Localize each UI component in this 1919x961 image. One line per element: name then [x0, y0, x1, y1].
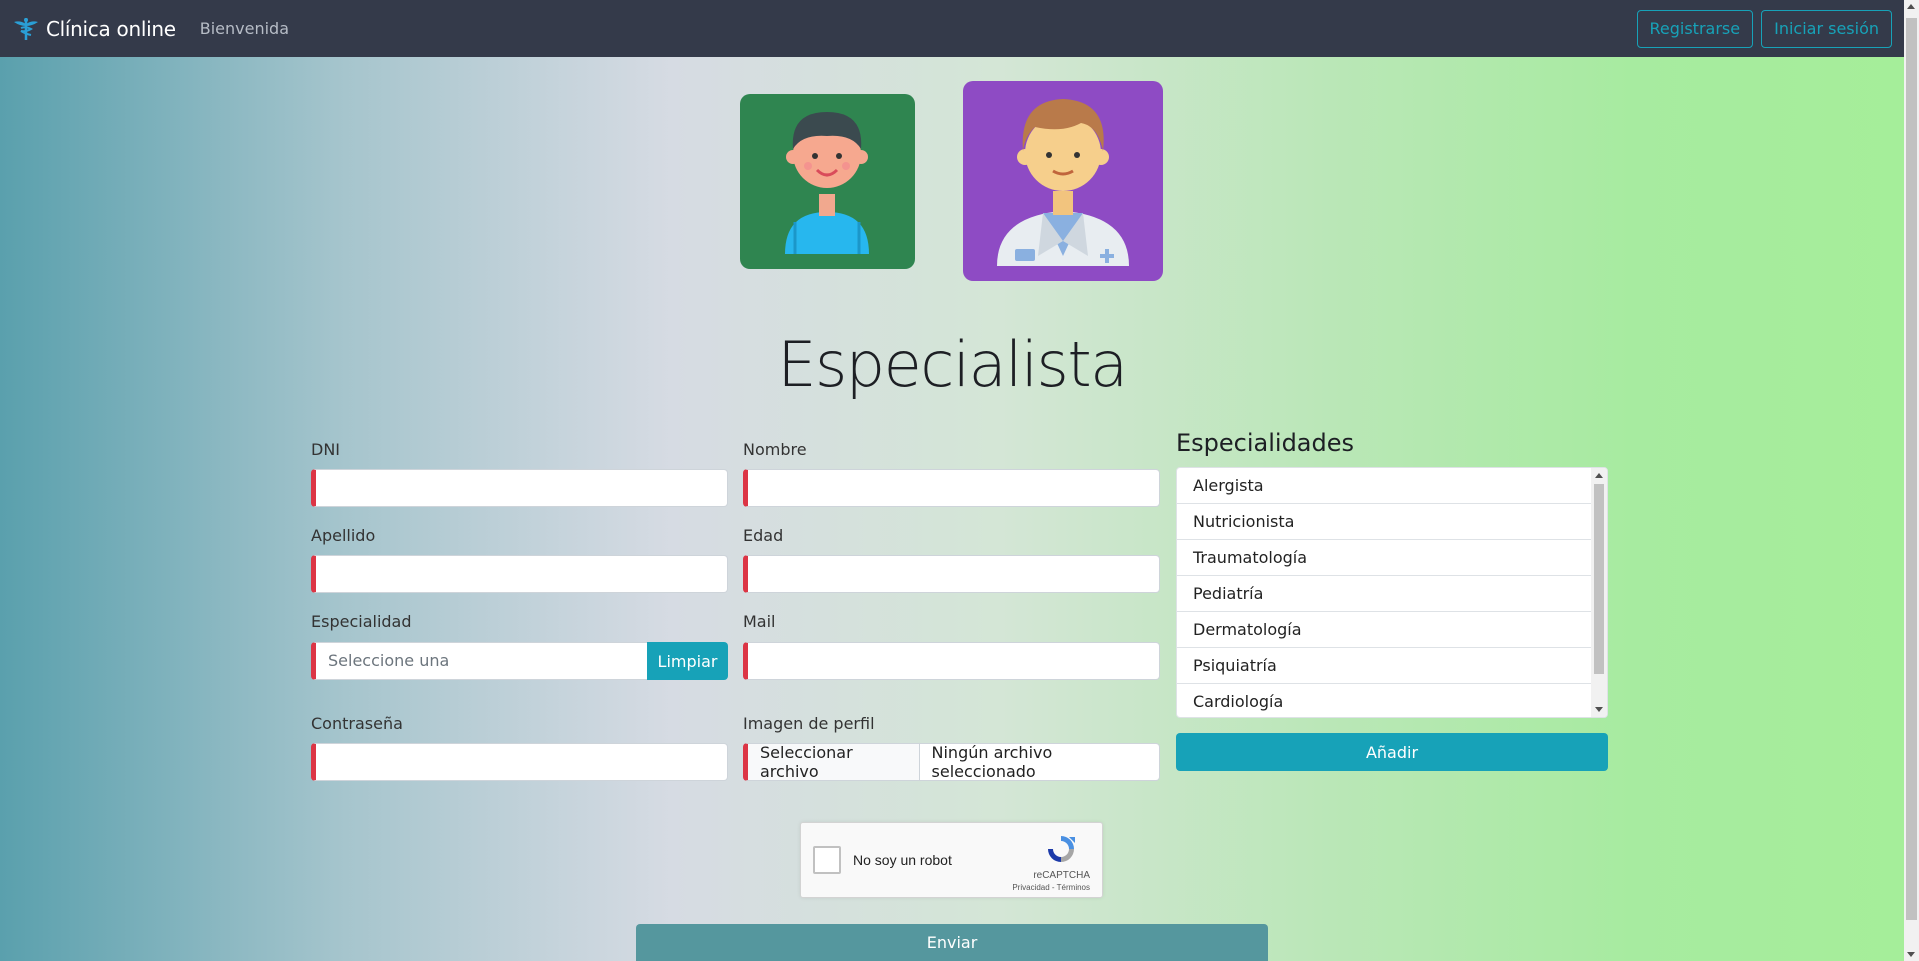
recaptcha-links[interactable]: Privacidad - Términos — [1012, 883, 1090, 892]
nombre-input[interactable] — [743, 469, 1160, 507]
patient-avatar-icon — [785, 112, 869, 254]
imagen-label: Imagen de perfil — [743, 714, 875, 733]
scroll-down-icon[interactable] — [1595, 707, 1603, 712]
scrollbar-thumb[interactable] — [1906, 18, 1917, 920]
list-item[interactable]: Psiquiatría — [1177, 648, 1591, 684]
nombre-label: Nombre — [743, 440, 807, 459]
edad-input[interactable] — [743, 555, 1160, 593]
recaptcha-widget: No soy un robot reCAPTCHA Privacidad - T… — [800, 822, 1103, 898]
recaptcha-logo-icon — [1048, 836, 1075, 862]
nav-link-bienvenida[interactable]: Bienvenida — [200, 19, 289, 38]
edad-label: Edad — [743, 526, 784, 545]
apellido-label: Apellido — [311, 526, 376, 545]
page-title: Especialista — [777, 328, 1128, 401]
doctor-avatar[interactable] — [963, 81, 1163, 281]
top-navbar: Clínica online Bienvenida Registrarse In… — [0, 0, 1904, 57]
recaptcha-brand: reCAPTCHA — [1033, 870, 1090, 881]
caduceus-icon — [14, 17, 38, 40]
brand[interactable]: Clínica online — [12, 17, 176, 41]
password-label: Contraseña — [311, 714, 403, 733]
brand-name: Clínica online — [46, 16, 176, 41]
recaptcha-checkbox[interactable] — [813, 846, 841, 874]
list-item[interactable]: Cardiología — [1177, 684, 1591, 717]
submit-button[interactable]: Enviar — [636, 924, 1268, 961]
scroll-up-icon[interactable] — [1595, 473, 1603, 478]
patient-avatar[interactable] — [740, 94, 915, 269]
choose-file-button[interactable]: Seleccionar archivo — [748, 743, 920, 781]
list-item[interactable]: Alergista — [1177, 468, 1591, 504]
especialidad-select[interactable]: Seleccione una — [311, 642, 648, 680]
profile-image-input[interactable]: Seleccionar archivo Ningún archivo selec… — [743, 743, 1160, 781]
list-item[interactable]: Dermatología — [1177, 612, 1591, 648]
scroll-down-icon[interactable] — [1907, 952, 1915, 957]
add-specialty-button[interactable]: Añadir — [1176, 733, 1608, 771]
especialidad-label: Especialidad — [311, 612, 412, 631]
dni-input[interactable] — [311, 469, 728, 507]
password-input[interactable] — [311, 743, 728, 781]
recaptcha-label: No soy un robot — [853, 852, 952, 868]
login-button[interactable]: Iniciar sesión — [1761, 9, 1892, 48]
especialidades-title: Especialidades — [1176, 429, 1355, 457]
dni-label: DNI — [311, 440, 341, 459]
list-item[interactable]: Pediatría — [1177, 576, 1591, 612]
list-scrollbar[interactable] — [1591, 468, 1607, 717]
clear-button[interactable]: Limpiar — [647, 642, 728, 680]
nav-actions: Registrarse Iniciar sesión — [1636, 9, 1892, 48]
register-button[interactable]: Registrarse — [1636, 9, 1754, 48]
list-scrollbar-thumb[interactable] — [1594, 484, 1604, 674]
list-item[interactable]: Nutricionista — [1177, 504, 1591, 540]
scroll-up-icon[interactable] — [1907, 4, 1915, 9]
mail-label: Mail — [743, 612, 776, 631]
page-scrollbar[interactable] — [1904, 0, 1919, 961]
list-item[interactable]: Traumatología — [1177, 540, 1591, 576]
doctor-avatar-icon — [997, 99, 1129, 266]
mail-input[interactable] — [743, 642, 1160, 680]
especialidades-list[interactable]: Alergista Nutricionista Traumatología Pe… — [1176, 467, 1608, 718]
file-status: Ningún archivo seleccionado — [931, 743, 1053, 781]
apellido-input[interactable] — [311, 555, 728, 593]
